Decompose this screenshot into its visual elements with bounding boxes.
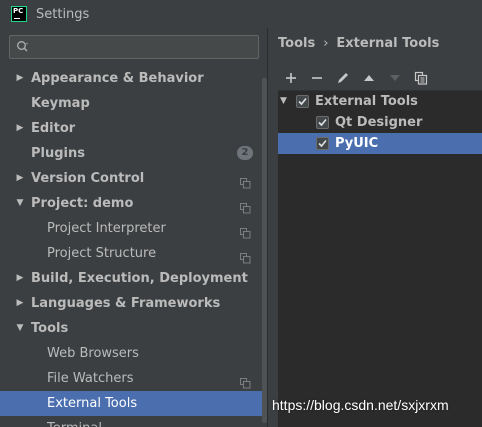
sidebar-item-project-demo[interactable]: ▼ Project: demo [0,191,262,216]
project-scope-icon [240,198,251,214]
sidebar-item-file-watchers[interactable]: File Watchers [0,366,262,391]
collapse-arrow-icon[interactable]: ▶ [14,266,26,291]
tool-item-label: PyUIC [335,136,379,151]
sidebar-item-appearance-behavior[interactable]: ▶ Appearance & Behavior [0,66,262,91]
sidebar-item-version-control[interactable]: ▶ Version Control [0,166,262,191]
expand-arrow-icon[interactable]: ▼ [280,91,287,112]
sidebar-item-project-interpreter[interactable]: Project Interpreter [0,216,262,241]
sidebar-item-label: Appearance & Behavior [31,71,204,86]
group-checkbox[interactable] [296,95,309,108]
move-down-button[interactable] [382,66,408,90]
app-icon-text: PC [13,7,24,15]
move-up-icon [364,75,374,81]
collapse-arrow-icon[interactable]: ▶ [14,166,26,191]
sidebar-item-label: File Watchers [47,371,134,386]
sidebar-item-label: Plugins [31,146,85,161]
tool-group-label: External Tools [315,94,418,109]
sidebar-item-languages-frameworks[interactable]: ▶ Languages & Frameworks [0,291,262,316]
expand-arrow-icon[interactable]: ▼ [14,191,26,216]
collapse-arrow-icon[interactable]: ▶ [14,116,26,141]
sidebar-item-label: Keymap [31,96,90,111]
window-title: Settings [36,6,90,22]
copy-button[interactable] [408,66,434,90]
pycharm-logo-icon: PC [11,6,27,22]
tool-checkbox[interactable] [316,116,329,129]
move-up-button[interactable] [356,66,382,90]
sidebar-item-label: Build, Execution, Deployment [31,271,248,286]
collapse-arrow-icon[interactable]: ▶ [14,291,26,316]
search-icon[interactable] [16,40,30,54]
edit-icon [338,73,348,83]
sidebar-item-terminal[interactable]: Terminal [0,416,262,427]
sidebar-item-keymap[interactable]: Keymap [0,91,262,116]
breadcrumb: Tools › External Tools [278,36,439,54]
watermark-text: https://blog.csdn.net/sxjxrxm [272,397,449,413]
tool-item-row-selected[interactable]: PyUIC [278,133,482,154]
sidebar-item-web-browsers[interactable]: Web Browsers [0,341,262,366]
sidebar-item-label: Languages & Frameworks [31,296,221,311]
tool-group-row[interactable]: ▼ External Tools [278,91,482,112]
sidebar-item-label: External Tools [47,396,138,411]
edit-button[interactable] [330,66,356,90]
expand-arrow-icon[interactable]: ▼ [14,316,26,341]
sidebar-item-external-tools[interactable]: External Tools [0,391,262,416]
sidebar-item-label: Project Interpreter [47,221,166,236]
update-count-badge: 2 [237,146,253,160]
move-down-icon [390,75,400,81]
title-bar: PC Settings [0,0,482,28]
remove-button[interactable] [304,66,330,90]
project-scope-icon [240,223,251,239]
sidebar-item-label: Editor [31,121,76,136]
settings-sidebar: ▶ Appearance & Behavior Keymap ▶ Editor Plugi… [0,28,268,427]
checkmark-icon [298,97,307,106]
sidebar-item-tools[interactable]: ▼ Tools [0,316,262,341]
external-tools-toolbar [278,66,482,90]
project-scope-icon [240,248,251,264]
search-input[interactable] [38,38,253,56]
project-scope-icon [240,373,251,389]
copy-icon [414,71,428,85]
external-tools-list: ▼ External Tools Qt Designer PyUIC [278,90,482,427]
sidebar-item-label: Project: demo [31,196,134,211]
sidebar-item-project-structure[interactable]: Project Structure [0,241,262,266]
sidebar-item-label: Project Structure [47,246,157,261]
tool-item-row[interactable]: Qt Designer [278,112,482,133]
sidebar-item-label: Version Control [31,171,145,186]
sidebar-item-label: Tools [31,321,69,336]
sidebar-item-label: Web Browsers [47,346,139,361]
tool-checkbox[interactable] [316,137,329,150]
collapse-arrow-icon[interactable]: ▶ [14,66,26,91]
project-scope-icon [240,423,251,427]
search-box[interactable] [9,35,259,59]
remove-icon [312,77,322,79]
sidebar-item-label: Terminal [47,416,102,427]
sidebar-item-build-execution-deployment[interactable]: ▶ Build, Execution, Deployment [0,266,262,291]
checkmark-icon [318,139,327,148]
add-icon [286,73,296,83]
add-button[interactable] [278,66,304,90]
sidebar-item-plugins[interactable]: Plugins 2 [0,141,262,166]
sidebar-item-editor[interactable]: ▶ Editor [0,116,262,141]
sidebar-scrollbar[interactable] [262,78,267,423]
settings-tree: ▶ Appearance & Behavior Keymap ▶ Editor Plugi… [0,66,268,427]
breadcrumb-parent[interactable]: Tools [278,36,315,51]
checkmark-icon [318,118,327,127]
settings-content: Tools › External Tools ▼ External Tools … [269,28,482,427]
breadcrumb-separator: › [323,36,329,51]
project-scope-icon [240,173,251,189]
tool-item-label: Qt Designer [335,115,423,130]
breadcrumb-current: External Tools [336,36,440,51]
